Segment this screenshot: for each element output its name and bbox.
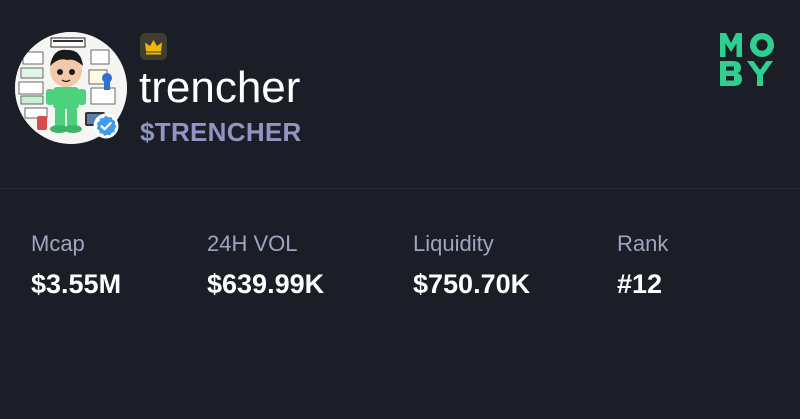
verified-badge-icon	[93, 113, 119, 139]
stat-liquidity: Liquidity $750.70K	[413, 229, 530, 301]
stat-value: $639.99K	[207, 269, 325, 299]
stat-label: Rank	[617, 231, 669, 256]
stat-value: $750.70K	[413, 269, 531, 299]
header-divider	[0, 188, 800, 189]
stat-label: Mcap	[31, 231, 85, 256]
crown-icon	[145, 40, 162, 55]
tier-badge	[140, 33, 167, 60]
stat-value: #12	[617, 269, 663, 299]
stat-market-cap: Mcap $3.55M	[31, 229, 121, 301]
stat-rank: Rank #12	[617, 229, 668, 301]
stat-value: $3.55M	[31, 269, 122, 299]
token-name: trencher	[139, 63, 301, 112]
stat-label: Liquidity	[413, 231, 494, 256]
stat-label: 24H VOL	[207, 231, 298, 256]
moby-logo	[720, 33, 774, 86]
token-ticker: $TRENCHER	[140, 117, 302, 147]
token-card: trencher $TRENCHER Mcap $3.55M 24H VOL $…	[0, 0, 800, 419]
stat-24h-volume: 24H VOL $639.99K	[207, 229, 324, 301]
